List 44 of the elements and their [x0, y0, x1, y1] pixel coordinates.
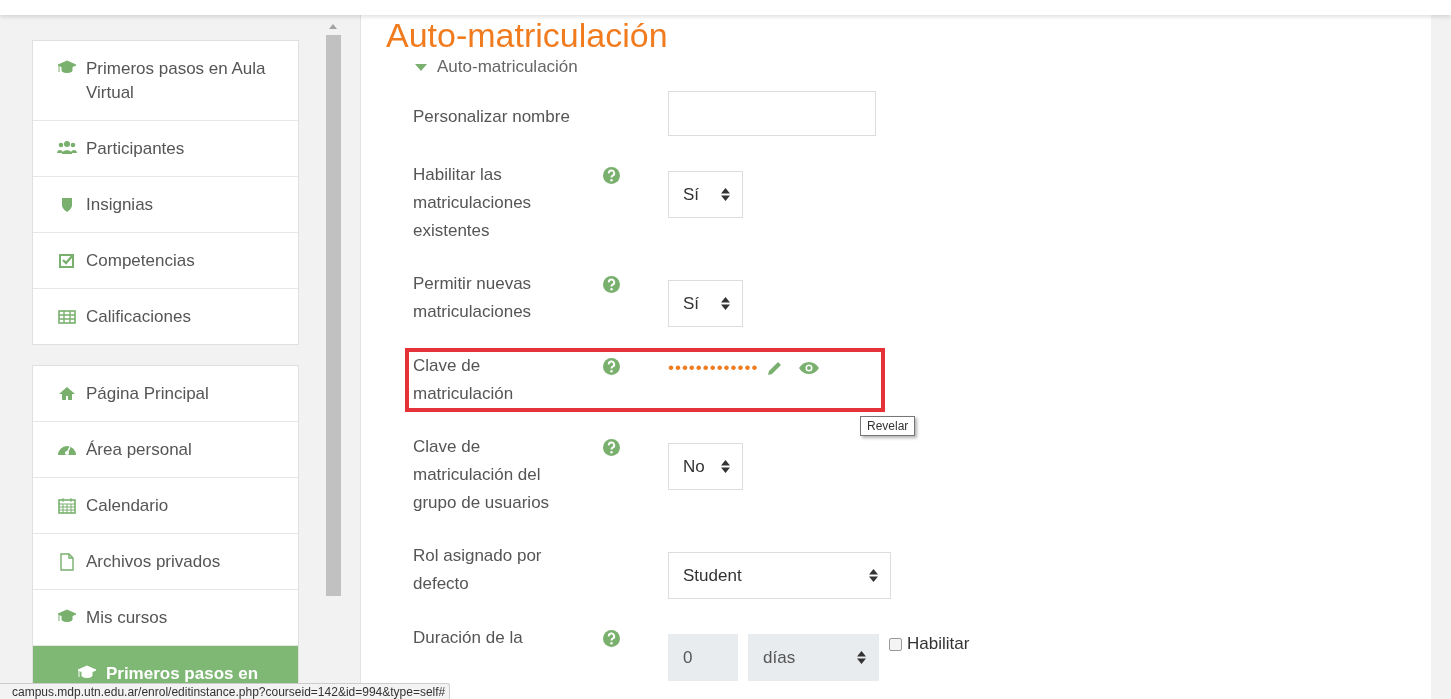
scroll-up-icon[interactable]: [329, 24, 337, 29]
name-field[interactable]: [668, 91, 876, 136]
file-icon: [57, 552, 77, 572]
select-field[interactable]: Sí: [668, 171, 743, 218]
nav-item[interactable]: Competencias: [33, 232, 298, 288]
nav-item[interactable]: Calificaciones: [33, 288, 298, 344]
eye-icon[interactable]: [799, 361, 820, 375]
field-label: Personalizar nombre: [413, 106, 571, 128]
sort-caret-icon: [721, 188, 730, 201]
field-label: Rol asignado por defecto: [413, 545, 543, 595]
checkbox-label: Habilitar: [907, 634, 970, 654]
nav-item[interactable]: Calendario: [33, 477, 298, 533]
field-label: Duración de la: [413, 627, 524, 649]
field-label: Habilitar las matriculaciones existentes: [413, 164, 533, 242]
select-field[interactable]: Student: [668, 552, 891, 599]
checkbox-icon: [57, 251, 77, 271]
nav-item[interactable]: Página Principal: [33, 366, 298, 421]
nav-item[interactable]: Primeros pasos en Aula Virtual: [33, 41, 298, 120]
field-label: Clave de matriculación del grupo de usuarios: [413, 436, 551, 514]
nav-item[interactable]: Participantes: [33, 120, 298, 176]
field-label: Permitir nuevas matriculaciones: [413, 273, 533, 323]
select-field[interactable]: No: [668, 443, 743, 490]
field-label: Clave de matriculación: [413, 355, 515, 405]
section-toggle[interactable]: Auto-matriculación: [415, 57, 578, 77]
sort-caret-icon: [857, 651, 866, 664]
url-tooltip: campus.mdp.utn.edu.ar/enrol/editinstance.php?courseid=142&id=994&type=self#: [0, 683, 451, 699]
tooltip: Revelar: [860, 416, 916, 436]
nav-item[interactable]: Área personal: [33, 421, 298, 477]
help-icon[interactable]: [603, 358, 620, 375]
sort-caret-icon: [721, 460, 730, 473]
page-heading: Auto-matriculación: [386, 17, 668, 53]
sort-caret-icon: [721, 297, 730, 310]
calendar-icon: [57, 496, 77, 516]
pencil-icon[interactable]: [766, 359, 784, 377]
table-icon: [57, 307, 77, 327]
scrollbar-thumb[interactable]: [326, 35, 341, 596]
help-icon[interactable]: [603, 439, 620, 456]
help-icon[interactable]: [603, 167, 620, 184]
masked-password: •••••••••••••: [668, 358, 759, 378]
nav-item[interactable]: Archivos privados: [33, 533, 298, 589]
sort-caret-icon: [869, 569, 878, 582]
select-field[interactable]: Sí: [668, 280, 743, 327]
help-icon[interactable]: [603, 276, 620, 293]
nav-item[interactable]: Insignias: [33, 176, 298, 232]
